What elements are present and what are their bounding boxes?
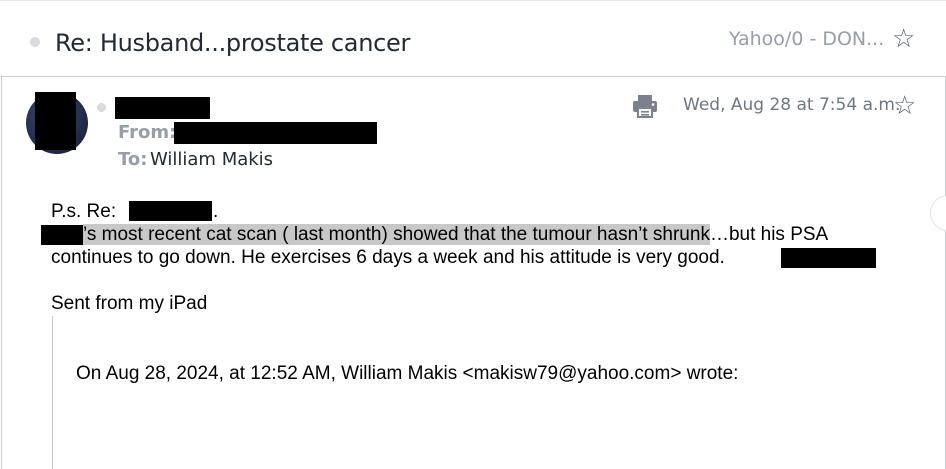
thread-header: Re: Husband...prostate cancer Yahoo/0 - … bbox=[0, 0, 946, 77]
signature-line: Sent from my iPad bbox=[51, 293, 208, 314]
thread-subject: Re: Husband...prostate cancer bbox=[55, 29, 411, 57]
folder-label[interactable]: Yahoo/0 - DON... bbox=[729, 28, 884, 50]
name-redacted bbox=[129, 201, 212, 221]
body-line-1: P.s. Re: bbox=[51, 201, 116, 223]
printer-icon[interactable] bbox=[632, 94, 658, 123]
star-icon[interactable]: ☆ bbox=[892, 25, 915, 51]
redaction-block bbox=[35, 92, 76, 150]
quote-bar bbox=[52, 316, 53, 469]
message-card: From: To: William Makis Wed, Aug 28 at 7… bbox=[1, 76, 946, 469]
unread-dot bbox=[30, 37, 40, 47]
name-redacted bbox=[41, 225, 83, 245]
star-icon[interactable]: ☆ bbox=[893, 92, 916, 118]
sender-name-redacted bbox=[115, 97, 210, 119]
to-recipient[interactable]: William Makis bbox=[150, 149, 273, 170]
message-date: Wed, Aug 28 at 7:54 a.m. bbox=[683, 95, 901, 115]
body-line-3: continues to go down. He exercises 6 day… bbox=[51, 247, 725, 268]
signature-redacted bbox=[781, 248, 876, 268]
body-line-2: ’s most recent cat scan ( last month) sh… bbox=[83, 224, 828, 246]
from-label: From: bbox=[118, 122, 177, 143]
body-line-1-prefix: P.s. Re: bbox=[51, 201, 117, 222]
to-label: To: bbox=[118, 149, 148, 170]
body-line-1-suffix: . bbox=[213, 201, 219, 222]
from-address-redacted bbox=[174, 122, 377, 144]
highlighted-text: ’s most recent cat scan ( last month) sh… bbox=[83, 224, 710, 245]
status-dot bbox=[97, 103, 106, 112]
body-line-2-rest: …but his PSA bbox=[709, 224, 829, 245]
quote-header: On Aug 28, 2024, at 12:52 AM, William Ma… bbox=[76, 363, 739, 384]
